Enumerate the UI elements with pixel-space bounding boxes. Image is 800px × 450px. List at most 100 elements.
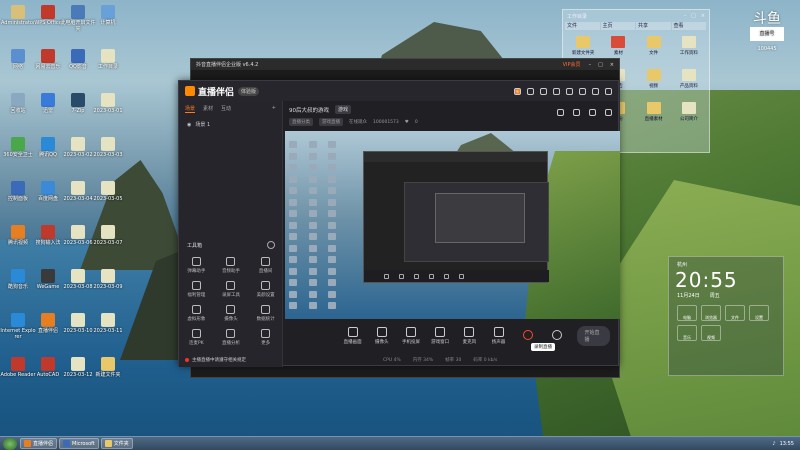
folder-item[interactable]: 视频 xyxy=(638,67,670,97)
control-button[interactable]: 扬声器 xyxy=(489,327,508,345)
room-tag[interactable]: 游戏 xyxy=(335,105,352,114)
live-app-window[interactable]: 直播伴侣 体验版 场景 素材 互动 + ◉ 场景 1 工具箱 弹幕助手 音频助手直… xyxy=(178,80,620,367)
sub-tag-1[interactable]: 直播分类 xyxy=(289,118,313,126)
tool-item[interactable]: 美颜设置 xyxy=(248,281,283,298)
shortcut-icon[interactable]: 视频 xyxy=(701,325,721,341)
control-button[interactable]: 手机投屏 xyxy=(401,327,420,345)
eye-icon[interactable]: ◉ xyxy=(187,122,191,128)
start-live-button[interactable]: 开始直播 xyxy=(576,326,610,346)
taskbar-time[interactable]: 13:55 xyxy=(780,441,794,447)
shortcut-icon[interactable]: 音乐 xyxy=(677,325,697,341)
close-icon[interactable] xyxy=(605,87,612,95)
volume-icon[interactable]: ♪ xyxy=(772,441,775,447)
tools-grid: 弹幕助手 音频助手 直播间福利管理 录屏工具 美颜设置虚拟形象 摄像头 数据统计连麦PK 直播… xyxy=(179,257,283,346)
desktop-icon-image xyxy=(101,225,115,239)
share-icon[interactable] xyxy=(605,109,612,116)
room-title[interactable]: 90后大叔的游戏 xyxy=(289,106,329,114)
taskbar-item[interactable]: 直播伴侣 xyxy=(20,438,58,449)
close-icon[interactable]: × xyxy=(701,13,705,19)
tab-material[interactable]: 素材 xyxy=(203,105,213,113)
control-button[interactable]: 游戏窗口 xyxy=(431,327,450,345)
folder-item[interactable]: 产品资料 xyxy=(673,67,705,97)
stream-preview[interactable] xyxy=(285,131,620,319)
desktop-icon-image xyxy=(101,137,115,151)
version-badge[interactable]: 体验版 xyxy=(238,86,260,96)
shortcut-icon[interactable]: 浏览器 xyxy=(701,305,721,321)
folder-tab[interactable]: 查看 xyxy=(671,22,706,30)
tab-interact[interactable]: 互动 xyxy=(221,105,231,113)
desktop-icon[interactable]: 2023-03-09 xyxy=(90,268,126,304)
desktop-icon-image xyxy=(71,313,85,327)
shortcut-icon[interactable]: 设置 xyxy=(749,305,769,321)
add-icon[interactable]: + xyxy=(272,105,276,113)
minimize-icon[interactable] xyxy=(579,87,586,95)
sub-tag-2[interactable]: 游戏直播 xyxy=(319,118,343,126)
maximize-icon[interactable]: □ xyxy=(598,62,603,68)
settings-button[interactable] xyxy=(547,330,566,342)
control-button[interactable]: 摄像头 xyxy=(372,327,391,345)
desktop-icon[interactable]: 2023-03-07 xyxy=(90,224,126,260)
desktop-icon[interactable]: 工作目录 xyxy=(90,48,126,84)
taskbar-item[interactable]: 文件夹 xyxy=(100,438,133,449)
tool-item[interactable]: 数据统计 xyxy=(248,305,283,322)
shortcut-icon[interactable]: 文件 xyxy=(725,305,745,321)
shop-icon[interactable] xyxy=(540,87,547,95)
notice[interactable]: 主播直播中请遵守相关规定 xyxy=(185,357,275,363)
start-button[interactable] xyxy=(3,437,17,450)
tool-item[interactable]: 福利管理 xyxy=(179,281,214,298)
tab-scene[interactable]: 场景 xyxy=(185,105,196,113)
preview-icon xyxy=(308,244,317,252)
control-label: 摄像头 xyxy=(375,340,389,345)
minimize-icon[interactable]: – xyxy=(684,13,687,19)
folder-tab[interactable]: 文件 xyxy=(565,22,600,30)
settings-icon[interactable] xyxy=(553,87,560,95)
scene-label: 场景 1 xyxy=(195,122,211,128)
tool-item[interactable]: 直播分析 xyxy=(214,329,249,346)
desktop-icon[interactable]: 2023-03-11 xyxy=(90,312,126,348)
record-button[interactable] xyxy=(518,330,537,342)
tool-item[interactable]: 连麦PK xyxy=(179,329,214,346)
folder-item[interactable]: 直播素材 xyxy=(638,100,670,130)
layout-icon[interactable] xyxy=(573,109,580,116)
folder-item[interactable]: 文件 xyxy=(638,34,670,64)
vip-badge[interactable]: VIP会员 xyxy=(563,61,581,68)
folder-item[interactable]: 公司简介 xyxy=(673,100,705,130)
desktop-icon[interactable]: 2023-03-05 xyxy=(90,180,126,216)
desktop-icon[interactable]: 新建文件夹 xyxy=(90,356,126,392)
record-icon[interactable] xyxy=(589,109,596,116)
preview-icon xyxy=(308,267,317,275)
close-icon[interactable]: × xyxy=(610,62,614,68)
avatar[interactable] xyxy=(514,87,521,95)
folder-item-label: 新建文件夹 xyxy=(571,51,595,56)
tool-item[interactable]: 虚拟形象 xyxy=(179,305,214,322)
desktop-icon[interactable]: 2023-03-01 xyxy=(90,92,126,128)
message-icon[interactable] xyxy=(527,87,534,95)
minimize-icon[interactable]: – xyxy=(589,62,592,68)
tool-item[interactable]: 弹幕助手 xyxy=(179,257,214,274)
maximize-icon[interactable]: □ xyxy=(691,13,696,19)
control-button[interactable]: 麦克风 xyxy=(460,327,479,345)
tool-item[interactable]: 录屏工具 xyxy=(214,281,249,298)
menu-icon[interactable] xyxy=(566,87,573,95)
taskbar-item[interactable]: Microsoft xyxy=(59,438,99,449)
folder-titlebar[interactable]: 工作目录 – □ × xyxy=(563,10,709,22)
control-button[interactable]: 直播画面 xyxy=(343,327,362,345)
folder-item[interactable]: 工作资料 xyxy=(673,34,705,64)
tool-item[interactable]: 音频助手 xyxy=(214,257,249,274)
lock-icon[interactable] xyxy=(557,109,564,116)
scene-item[interactable]: ◉ 场景 1 xyxy=(179,117,282,132)
desktop-icon[interactable]: 计算机 xyxy=(90,4,126,40)
preview-icon xyxy=(308,290,317,298)
tool-item[interactable]: 更多 xyxy=(248,329,283,346)
desktop-icon-image xyxy=(11,49,25,63)
maximize-icon[interactable] xyxy=(592,87,599,95)
desktop-icon[interactable]: 2023-03-03 xyxy=(90,136,126,172)
tool-item[interactable]: 摄像头 xyxy=(214,305,249,322)
folder-tab[interactable]: 主页 xyxy=(600,22,635,30)
logo-num: 100445 xyxy=(757,46,777,52)
folder-item-label: 素材 xyxy=(613,51,623,56)
folder-tab[interactable]: 共享 xyxy=(636,22,671,30)
gear-icon[interactable] xyxy=(267,241,275,249)
tool-item[interactable]: 直播间 xyxy=(248,257,283,274)
shortcut-icon[interactable]: 电脑 xyxy=(677,305,697,321)
